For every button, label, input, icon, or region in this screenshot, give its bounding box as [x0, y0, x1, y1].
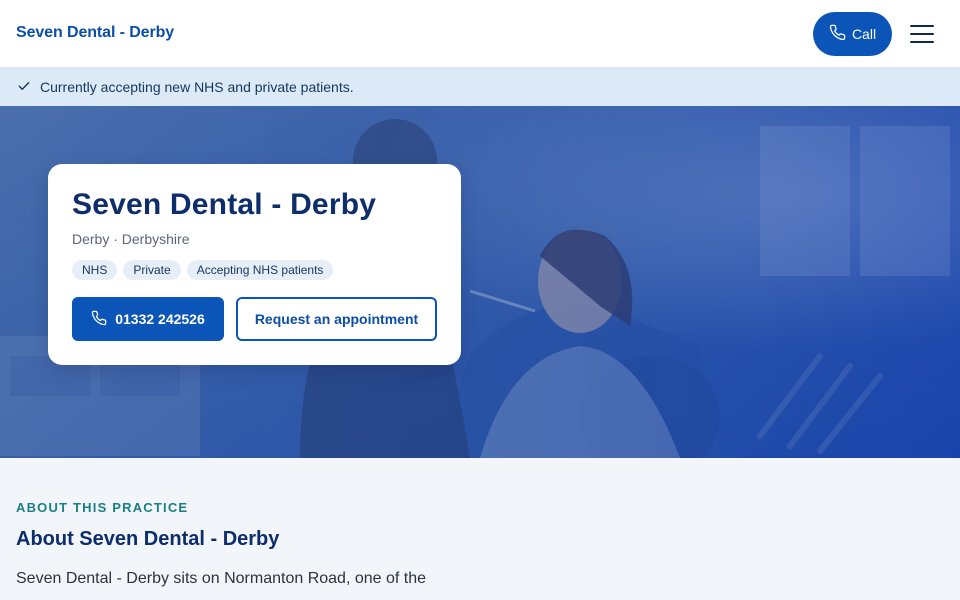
- about-title: About Seven Dental - Derby: [16, 528, 280, 550]
- site-header: Seven Dental - Derby Call: [0, 0, 960, 68]
- checkmark-icon: [17, 79, 31, 96]
- practice-location: Derby · Derbyshire: [72, 231, 190, 247]
- hero-section: Seven Dental - Derby Derby · Derbyshire …: [0, 106, 960, 458]
- accepting-patients-banner: Currently accepting new NHS and private …: [0, 68, 960, 106]
- about-paragraph: Seven Dental - Derby sits on Normanton R…: [16, 570, 426, 587]
- banner-text: Currently accepting new NHS and private …: [40, 79, 354, 95]
- site-logo[interactable]: Seven Dental - Derby: [16, 24, 174, 42]
- about-eyebrow: ABOUT THIS PRACTICE: [16, 500, 189, 515]
- practice-title: Seven Dental - Derby: [72, 188, 377, 221]
- practice-card: Seven Dental - Derby Derby · Derbyshire …: [48, 164, 461, 365]
- request-appointment-button[interactable]: Request an appointment: [236, 297, 437, 341]
- phone-icon: [829, 24, 846, 44]
- hamburger-menu-icon[interactable]: [906, 20, 938, 48]
- phone-icon: [91, 310, 107, 329]
- call-button[interactable]: Call: [813, 12, 892, 56]
- call-button-label: Call: [851, 26, 877, 42]
- phone-number-label: 01332 242526: [115, 311, 205, 327]
- tag-private: Private: [123, 260, 181, 280]
- phone-number-button[interactable]: 01332 242526: [72, 297, 224, 341]
- tag-nhs: NHS: [72, 260, 118, 280]
- tag-accepting-nhs: Accepting NHS patients: [186, 260, 334, 280]
- practice-tags: NHS Private Accepting NHS patients: [72, 260, 334, 280]
